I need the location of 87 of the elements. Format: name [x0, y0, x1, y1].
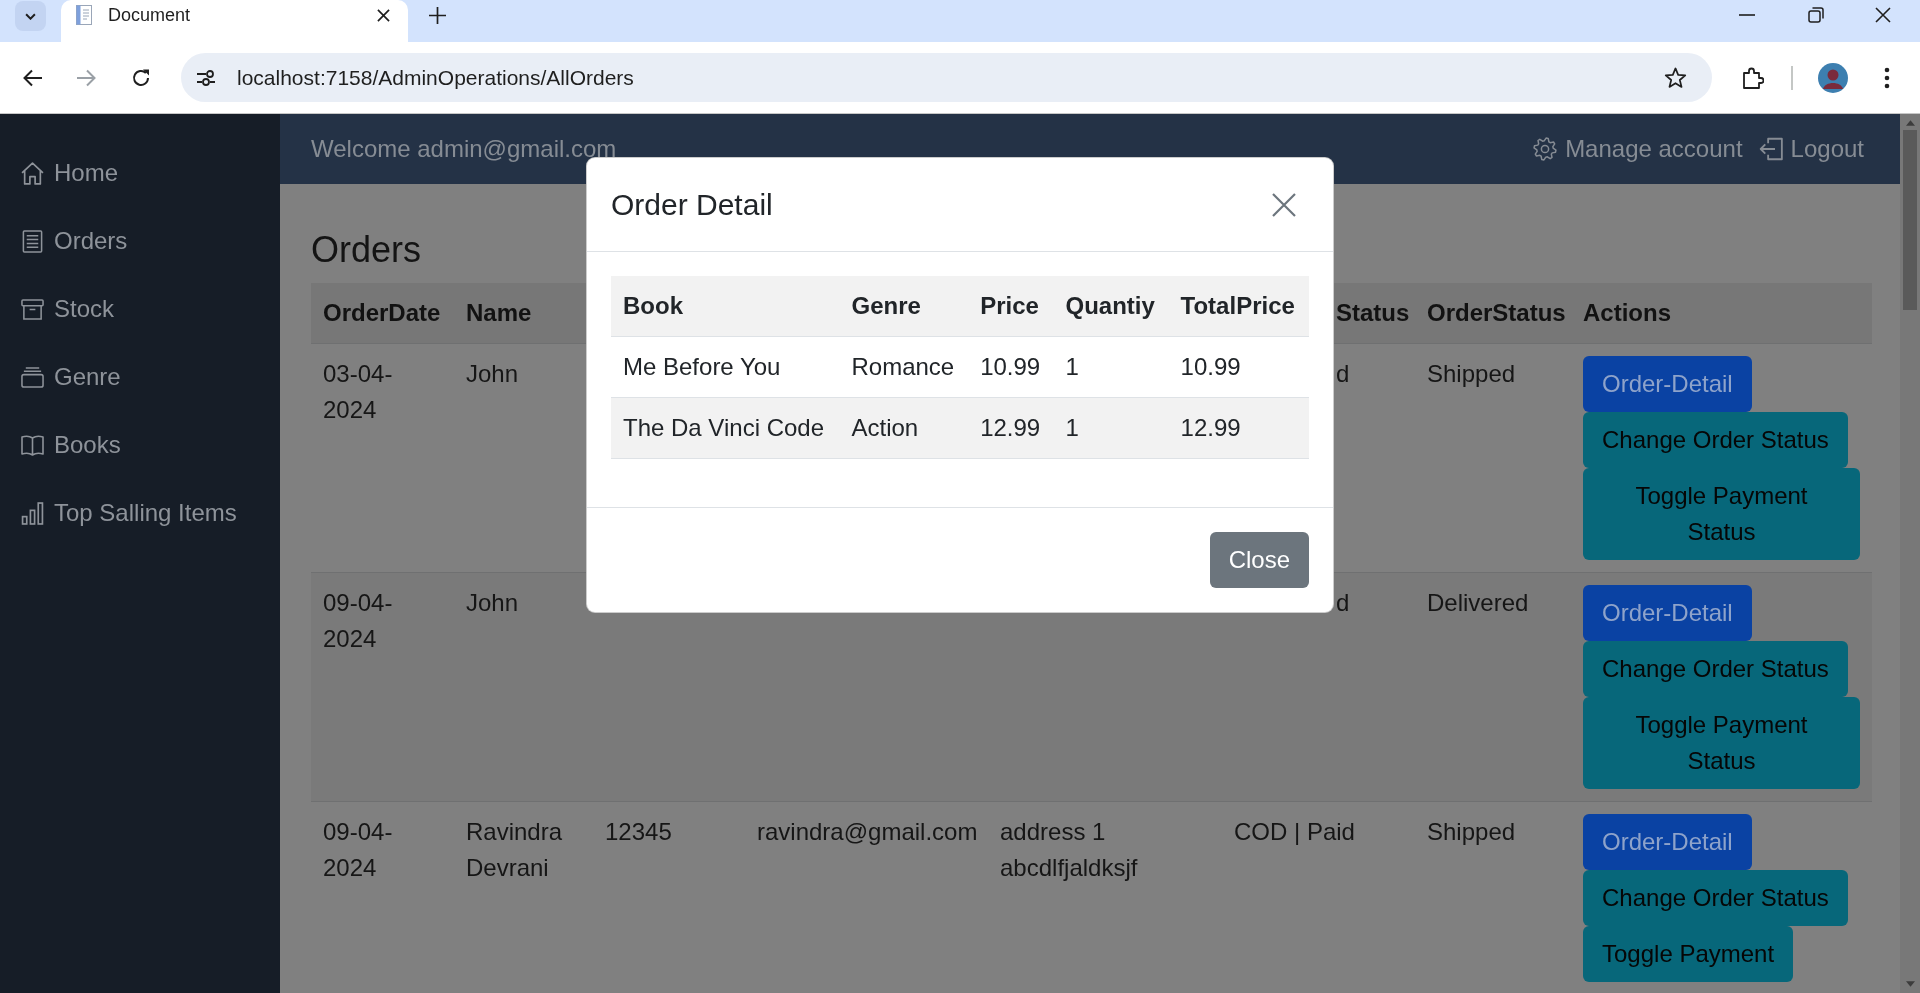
price-text: 10.99: [980, 353, 1041, 380]
order-status: Shipped: [1427, 818, 1516, 845]
total-price-text: 12.99: [1180, 414, 1241, 441]
page-title: Orders: [311, 228, 423, 271]
change-status-button[interactable]: Change Order Status: [1583, 412, 1848, 468]
stack-icon: [21, 365, 44, 389]
plus-icon[interactable]: [429, 7, 446, 24]
book-title: The Da Vinci Code: [623, 414, 824, 441]
close-dialog-button[interactable]: Close: [1209, 532, 1309, 588]
order-date: 09-04-2024: [323, 818, 393, 881]
sidebar-item[interactable]: Genre: [0, 343, 280, 411]
house-icon: [21, 161, 44, 185]
toggle-payment-button[interactable]: Toggle Payment Status: [1583, 468, 1860, 560]
star-icon[interactable]: [1664, 66, 1687, 89]
order-date: 09-04-2024: [323, 589, 393, 652]
tab-search-button[interactable]: [15, 1, 46, 31]
order-status: Shipped: [1427, 360, 1516, 387]
order-detail-button[interactable]: Order-Detail: [1583, 585, 1752, 641]
column-header: Price: [980, 292, 1039, 319]
settings-icon: [1533, 137, 1558, 161]
menu-icon[interactable]: [1884, 66, 1890, 89]
restore-icon[interactable]: [1808, 7, 1824, 23]
sidebar-item[interactable]: Top Salling Items: [0, 479, 280, 547]
payment-status: d: [1336, 359, 1350, 389]
book-icon: [21, 433, 44, 457]
dialog-title: Order Detail: [611, 187, 773, 223]
sidebar-item[interactable]: Books: [0, 411, 280, 479]
order-status: Delivered: [1427, 589, 1529, 616]
column-header: TotalPrice: [1180, 292, 1295, 319]
up-triangle-icon[interactable]: [1905, 120, 1915, 126]
book-title: Me Before You: [623, 353, 781, 380]
toggle-payment-button[interactable]: Toggle Payment Status: [1583, 697, 1860, 789]
sidebar-item[interactable]: Home: [0, 139, 280, 207]
genre-text: Action: [851, 414, 919, 441]
archive-icon: [21, 297, 44, 321]
reload-icon[interactable]: [131, 67, 151, 88]
close-icon: [1272, 192, 1296, 217]
column-header: Actions: [1583, 299, 1671, 326]
close-button[interactable]: [1271, 191, 1297, 218]
payment-status: COD | Paid: [1234, 818, 1355, 845]
chevron-down-icon: [25, 12, 36, 20]
sidebar-item[interactable]: Orders: [0, 207, 280, 275]
quantity-text: 1: [1065, 414, 1079, 441]
column-header: Name: [466, 299, 532, 326]
sidebar-item[interactable]: Stock: [0, 275, 280, 343]
quantity-text: 1: [1065, 353, 1079, 380]
change-status-button[interactable]: Change Order Status: [1583, 641, 1848, 697]
toggle-payment-button[interactable]: Toggle Payment: [1583, 926, 1794, 982]
arrow-left-icon[interactable]: [23, 68, 43, 87]
payment-status: d: [1336, 588, 1350, 618]
order-detail-button[interactable]: Order-Detail: [1583, 356, 1752, 412]
total-price-text: 10.99: [1180, 353, 1241, 380]
welcome-text: Welcome admin@gmail.com: [311, 135, 617, 163]
sliders-icon[interactable]: [196, 69, 216, 86]
address-bar[interactable]: localhost:7158/AdminOperations/AllOrders: [181, 53, 1712, 102]
close-icon[interactable]: [1875, 7, 1891, 23]
order-date: 03-04-2024: [323, 360, 393, 423]
column-header: Genre: [851, 292, 921, 319]
order-detail-button[interactable]: Order-Detail: [1583, 814, 1752, 870]
manage-account-link[interactable]: Manage account: [1533, 135, 1743, 163]
down-triangle-icon[interactable]: [1905, 981, 1915, 987]
customer-name: John: [466, 360, 519, 387]
genre-text: Romance: [851, 353, 955, 380]
column-header: Quantiy: [1065, 292, 1155, 319]
customer-name: John: [466, 589, 519, 616]
avatar-icon[interactable]: [1818, 62, 1848, 93]
email-text: ravindra@gmail.com: [757, 818, 978, 845]
customer-name: Ravindra Devrani: [466, 818, 563, 881]
list-icon: [21, 229, 44, 253]
scrollbar-thumb[interactable]: [1903, 130, 1917, 310]
close-icon[interactable]: [377, 8, 390, 22]
number-text: 12345: [605, 818, 672, 845]
column-header: OrderStatus: [1427, 299, 1566, 326]
column-header: Status: [1336, 298, 1410, 328]
scrollbar[interactable]: [1900, 114, 1920, 993]
arrow-right-icon[interactable]: [76, 68, 96, 87]
change-status-button[interactable]: Change Order Status: [1583, 870, 1848, 926]
address-text: address 1 abcdlfjaldksjf: [1000, 818, 1138, 881]
price-text: 12.99: [980, 414, 1041, 441]
browser-tab[interactable]: Document: [61, 0, 408, 42]
puzzle-icon[interactable]: [1742, 66, 1764, 89]
logout-link[interactable]: Logout: [1758, 135, 1864, 163]
column-header: Book: [623, 292, 683, 319]
column-header: OrderDate: [323, 299, 441, 326]
bar-chart-icon: [21, 501, 44, 525]
document-icon: [76, 5, 92, 25]
logout-icon: [1758, 137, 1783, 161]
